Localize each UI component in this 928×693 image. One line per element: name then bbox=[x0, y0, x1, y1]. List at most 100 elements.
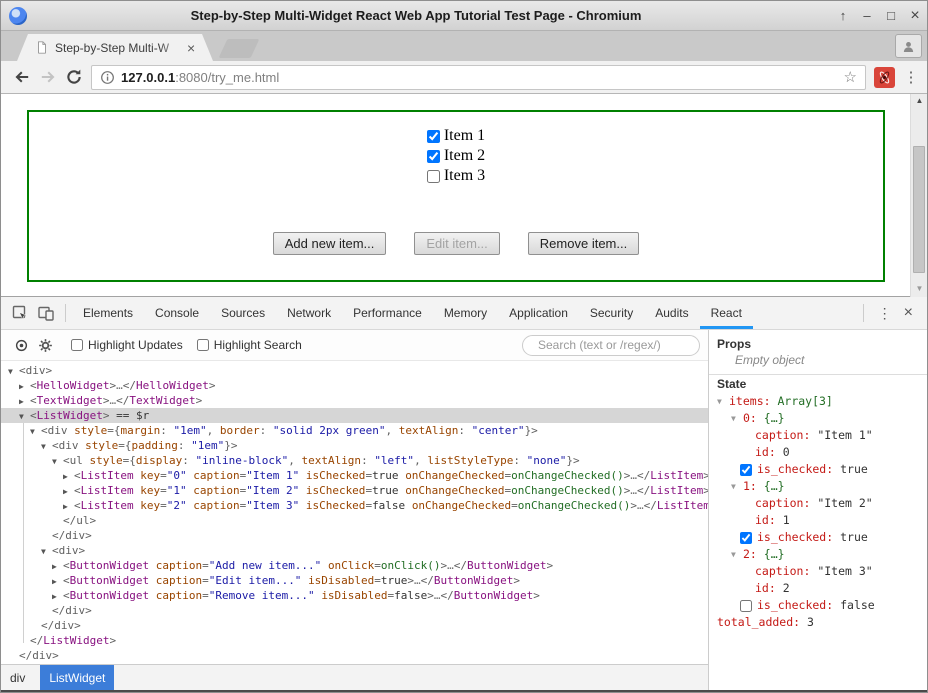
state-value: {…} bbox=[764, 410, 785, 427]
expand-arrow-icon[interactable]: ▶ bbox=[63, 499, 74, 514]
close-window-button[interactable]: × bbox=[903, 1, 927, 31]
devtools-tab-console[interactable]: Console bbox=[144, 297, 210, 329]
devtools-tab-application[interactable]: Application bbox=[498, 297, 579, 329]
address-bar[interactable]: 127.0.0.1 :8080/try_me.html ☆ bbox=[91, 65, 866, 90]
devtools-tab-sources[interactable]: Sources bbox=[210, 297, 276, 329]
highlight-updates-checkbox[interactable] bbox=[71, 339, 83, 351]
expand-arrow-icon[interactable]: ▶ bbox=[52, 574, 63, 589]
browser-toolbar: 127.0.0.1 :8080/try_me.html ☆ ⋮ bbox=[1, 61, 927, 94]
devtools-tab-network[interactable]: Network bbox=[276, 297, 342, 329]
remove-item-button[interactable]: Remove item... bbox=[528, 232, 639, 255]
expand-arrow-icon[interactable]: ▼ bbox=[731, 546, 743, 563]
devtools-menu-button[interactable]: ⋮ bbox=[870, 305, 900, 322]
tree-row-button-remove[interactable]: ▶<ButtonWidget caption="Remove item..." … bbox=[1, 588, 708, 603]
page-info-icon[interactable] bbox=[100, 70, 115, 85]
tree-row-text-widget[interactable]: ▶<TextWidget>…</TextWidget> bbox=[1, 393, 708, 408]
tree-row-padding-div[interactable]: ▼<div style={padding: "1em"}> bbox=[1, 438, 708, 453]
tree-row-root-div-close[interactable]: </div> bbox=[1, 648, 708, 663]
search-input[interactable] bbox=[536, 337, 695, 353]
item-checkbox[interactable] bbox=[427, 130, 440, 143]
expand-arrow-icon[interactable]: ▼ bbox=[731, 478, 743, 495]
scroll-up-icon[interactable]: ▲ bbox=[911, 96, 928, 105]
browser-menu-button[interactable]: ⋮ bbox=[903, 68, 919, 86]
expand-arrow-icon[interactable]: ▶ bbox=[19, 379, 30, 394]
highlight-search-checkbox[interactable] bbox=[197, 339, 209, 351]
tree-row-button-edit[interactable]: ▶<ButtonWidget caption="Edit item..." is… bbox=[1, 573, 708, 588]
minimize-button[interactable]: – bbox=[855, 1, 879, 31]
extension-icon[interactable] bbox=[874, 67, 895, 88]
back-button[interactable] bbox=[9, 64, 35, 90]
expand-arrow-icon[interactable]: ▼ bbox=[30, 424, 41, 439]
edit-item-button[interactable]: Edit item... bbox=[414, 232, 499, 255]
state-section: State ▼items: Array[3]▼0: {…}caption: "I… bbox=[709, 375, 928, 631]
expand-arrow-icon[interactable]: ▼ bbox=[8, 364, 19, 379]
expand-arrow-icon[interactable]: ▼ bbox=[41, 544, 52, 559]
tree-row-list-widget-close[interactable]: </ListWidget> bbox=[1, 633, 708, 648]
tree-row-list-item-2[interactable]: ▶<ListItem key="2" caption="Item 3" isCh… bbox=[1, 498, 708, 513]
expand-arrow-icon[interactable]: ▼ bbox=[19, 409, 30, 424]
devtools-tab-audits[interactable]: Audits bbox=[644, 297, 699, 329]
expand-arrow-icon[interactable]: ▶ bbox=[19, 394, 30, 409]
forward-button[interactable] bbox=[35, 64, 61, 90]
tree-row-buttons-div-close[interactable]: </div> bbox=[1, 603, 708, 618]
settings-button[interactable] bbox=[33, 334, 57, 356]
page-scrollbar[interactable]: ▲ ▼ bbox=[910, 94, 927, 297]
devtools-tab-performance[interactable]: Performance bbox=[342, 297, 433, 329]
item-checkbox[interactable] bbox=[427, 150, 440, 163]
expand-arrow-icon[interactable]: ▶ bbox=[52, 589, 63, 604]
expand-arrow-icon[interactable]: ▼ bbox=[41, 439, 52, 454]
shade-button[interactable]: ↑ bbox=[831, 1, 855, 31]
state-checkbox[interactable] bbox=[740, 532, 752, 544]
tree-row-container-div-close[interactable]: </div> bbox=[1, 618, 708, 633]
expand-arrow-icon[interactable]: ▼ bbox=[731, 410, 743, 427]
bookmark-star-icon[interactable]: ☆ bbox=[844, 68, 857, 86]
token-tag: = bbox=[202, 574, 209, 587]
tree-row-item-ul[interactable]: ▼<ul style={display: "inline-block", tex… bbox=[1, 453, 708, 468]
browser-tab[interactable]: Step-by-Step Multi-W × bbox=[17, 34, 213, 61]
devtools-tab-memory[interactable]: Memory bbox=[433, 297, 498, 329]
maximize-button[interactable]: □ bbox=[879, 1, 903, 31]
token-attr: onChangeChecked bbox=[405, 469, 504, 482]
token-str: "1em" bbox=[191, 439, 224, 452]
tree-row-padding-div-close[interactable]: </div> bbox=[1, 528, 708, 543]
breadcrumb-item-div[interactable]: div bbox=[1, 665, 34, 690]
breadcrumb-item-listwidget[interactable]: ListWidget bbox=[40, 665, 114, 690]
tree-row-list-widget[interactable]: ▼<ListWidget> == $r bbox=[1, 408, 708, 423]
expand-arrow-icon[interactable]: ▼ bbox=[717, 393, 729, 410]
state-checkbox[interactable] bbox=[740, 464, 752, 476]
devtools-tab-react[interactable]: React bbox=[700, 297, 753, 329]
item-checkbox[interactable] bbox=[427, 170, 440, 183]
token-str: "left" bbox=[374, 454, 414, 467]
expand-arrow-icon[interactable]: ▼ bbox=[52, 454, 63, 469]
profile-button[interactable] bbox=[895, 34, 922, 58]
state-key: is_checked: bbox=[757, 597, 840, 614]
item-label: Item 2 bbox=[444, 147, 485, 165]
scrollbar-thumb[interactable] bbox=[913, 146, 925, 273]
expand-arrow-icon[interactable]: ▶ bbox=[52, 559, 63, 574]
checkbox-highlight-search: Highlight Search bbox=[197, 338, 302, 352]
scroll-down-icon[interactable]: ▼ bbox=[911, 284, 928, 293]
token-tag: = bbox=[160, 484, 167, 497]
add-new-item-button[interactable]: Add new item... bbox=[273, 232, 387, 255]
tree-row-container-div[interactable]: ▼<div style={margin: "1em", border: "sol… bbox=[1, 423, 708, 438]
expand-arrow-icon[interactable]: ▶ bbox=[63, 469, 74, 484]
new-tab-button[interactable] bbox=[219, 39, 260, 58]
reload-button[interactable] bbox=[61, 64, 87, 90]
tree-row-buttons-div[interactable]: ▼<div> bbox=[1, 543, 708, 558]
devtools-tab-security[interactable]: Security bbox=[579, 297, 644, 329]
tree-row-list-item-0[interactable]: ▶<ListItem key="0" caption="Item 1" isCh… bbox=[1, 468, 708, 483]
trace-updates-button[interactable] bbox=[9, 334, 33, 356]
token-tag bbox=[299, 469, 306, 482]
devtools-close-button[interactable]: × bbox=[900, 304, 921, 322]
inspect-element-button[interactable] bbox=[7, 301, 33, 325]
device-toolbar-button[interactable] bbox=[33, 301, 59, 325]
tree-row-list-item-1[interactable]: ▶<ListItem key="1" caption="Item 2" isCh… bbox=[1, 483, 708, 498]
tree-row-root-div[interactable]: ▼<div> bbox=[1, 363, 708, 378]
expand-arrow-icon[interactable]: ▶ bbox=[63, 484, 74, 499]
tab-close-button[interactable]: × bbox=[187, 40, 195, 56]
tree-row-item-ul-close[interactable]: </ul> bbox=[1, 513, 708, 528]
devtools-tab-elements[interactable]: Elements bbox=[72, 297, 144, 329]
tree-row-hello-widget[interactable]: ▶<HelloWidget>…</HelloWidget> bbox=[1, 378, 708, 393]
tree-row-button-add[interactable]: ▶<ButtonWidget caption="Add new item..."… bbox=[1, 558, 708, 573]
state-checkbox[interactable] bbox=[740, 600, 752, 612]
